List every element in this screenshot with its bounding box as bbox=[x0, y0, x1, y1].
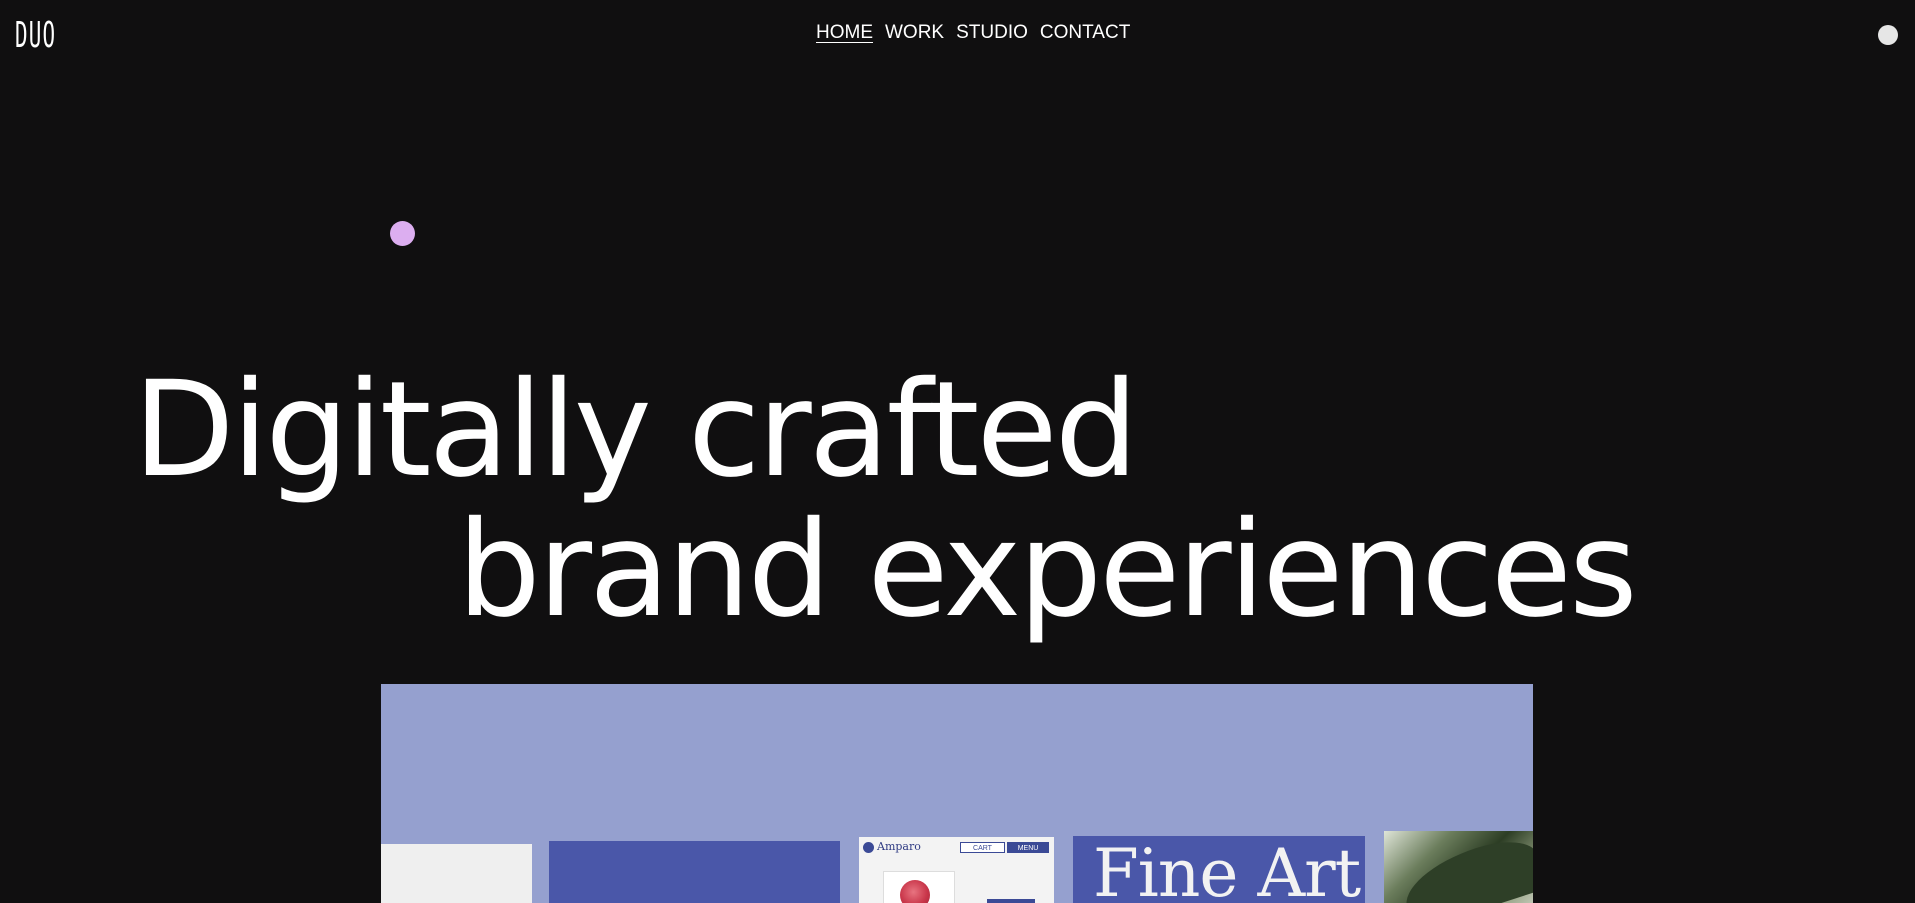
amparo-emblem-icon bbox=[863, 841, 874, 853]
flower-illustration bbox=[883, 871, 955, 903]
menu-toggle-dot[interactable] bbox=[1878, 25, 1898, 45]
nav-work[interactable]: WORK bbox=[885, 22, 944, 44]
showcase-card-amparo-site: Amparo CART MENU bbox=[859, 837, 1054, 903]
leaf-photo bbox=[1396, 831, 1533, 903]
nav-home[interactable]: HOME bbox=[816, 22, 873, 44]
fine-art-text: Fine Art bbox=[1093, 836, 1361, 903]
showcase-card-light bbox=[381, 844, 532, 903]
amparo-menu-button: MENU bbox=[1007, 842, 1049, 853]
cursor-dot bbox=[390, 221, 415, 246]
amparo-blue-bar bbox=[987, 899, 1035, 903]
nav-studio[interactable]: STUDIO bbox=[956, 22, 1028, 44]
showcase-video[interactable]: Amparo CART MENU Fine Art bbox=[381, 684, 1533, 903]
amparo-brand-name: Amparo bbox=[877, 840, 921, 853]
amparo-cart-button: CART bbox=[960, 842, 1005, 853]
showcase-card-photo bbox=[1384, 831, 1533, 903]
hero-heading-line-1: Digitally crafted bbox=[133, 353, 1138, 508]
flower-icon bbox=[900, 880, 930, 903]
nav-contact[interactable]: CONTACT bbox=[1040, 22, 1130, 44]
main-nav: HOME WORK STUDIO CONTACT bbox=[816, 22, 1130, 44]
hero-heading-line-2: brand experiences bbox=[457, 493, 1638, 648]
showcase-card-fine-art: Fine Art bbox=[1073, 836, 1365, 903]
amparo-brand-row: Amparo bbox=[863, 841, 921, 853]
showcase-card-blue bbox=[549, 841, 840, 903]
duo-logo[interactable]: DUO bbox=[15, 16, 56, 56]
